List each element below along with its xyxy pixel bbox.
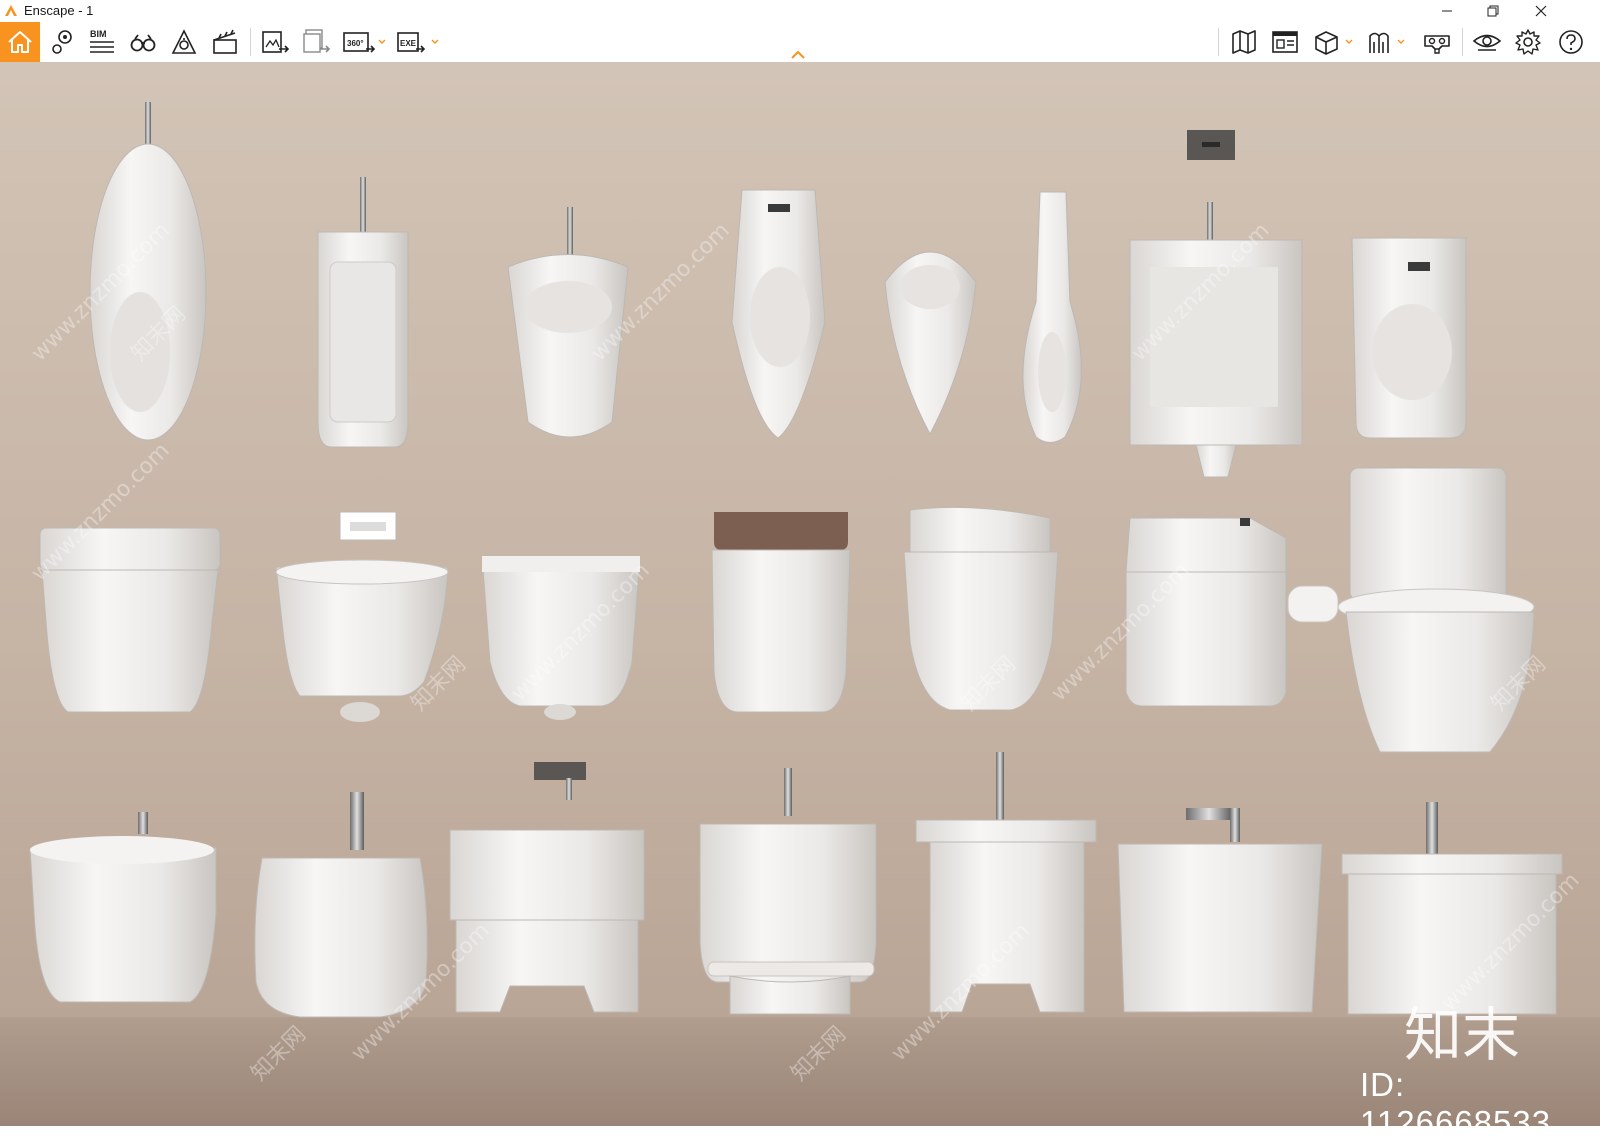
panorama-360-icon[interactable]: 360° — [342, 28, 386, 56]
enscape-logo-icon — [5, 5, 17, 16]
bidet-1 — [29, 812, 217, 1003]
urinal-8 — [1351, 237, 1467, 439]
minimize-icon[interactable] — [1424, 0, 1470, 22]
binoculars-icon[interactable] — [129, 28, 157, 56]
clapperboard-icon[interactable] — [211, 28, 239, 56]
render-viewport[interactable]: www.znzmo.com 知末网 www.znzmo.com www.znzm… — [0, 62, 1600, 1126]
home-icon — [8, 31, 32, 53]
toilet-4 — [711, 512, 851, 713]
billboard-icon[interactable] — [1271, 28, 1299, 56]
render-image-icon[interactable] — [260, 28, 290, 56]
toolbar-separator — [1218, 28, 1219, 56]
sun-atmosphere-icon[interactable] — [170, 28, 198, 56]
toolbar: BIM 360° EXE — [0, 22, 1600, 63]
image-id-label: ID: 1126668533 — [1360, 1066, 1552, 1141]
exe-label: EXE — [400, 39, 417, 48]
brand-watermark: 知末 — [1404, 1001, 1521, 1069]
batch-render-icon[interactable] — [301, 28, 331, 56]
toolbar-separator — [1462, 28, 1463, 56]
title-bar: Enscape - 1 — [0, 0, 1600, 22]
location-pin-icon[interactable] — [48, 28, 76, 56]
eye-visual-settings-icon[interactable] — [1472, 28, 1502, 56]
toolbar-separator — [250, 28, 251, 56]
gear-icon[interactable] — [1513, 28, 1543, 56]
asset-library-icon[interactable] — [1366, 28, 1410, 56]
help-icon[interactable] — [1556, 28, 1586, 56]
restore-icon[interactable] — [1470, 0, 1516, 22]
cube-view-icon[interactable] — [1312, 28, 1356, 56]
export-exe-icon[interactable]: EXE — [396, 28, 440, 56]
panorama-label: 360° — [347, 39, 364, 48]
bim-icon[interactable]: BIM — [88, 28, 116, 56]
chevron-up-icon[interactable] — [790, 48, 806, 60]
home-button[interactable] — [0, 22, 40, 62]
vr-headset-icon[interactable] — [1422, 28, 1452, 56]
window-title: Enscape - 1 — [24, 3, 94, 18]
close-icon[interactable] — [1518, 0, 1564, 22]
map-icon[interactable] — [1230, 28, 1258, 56]
bim-label: BIM — [90, 29, 107, 39]
